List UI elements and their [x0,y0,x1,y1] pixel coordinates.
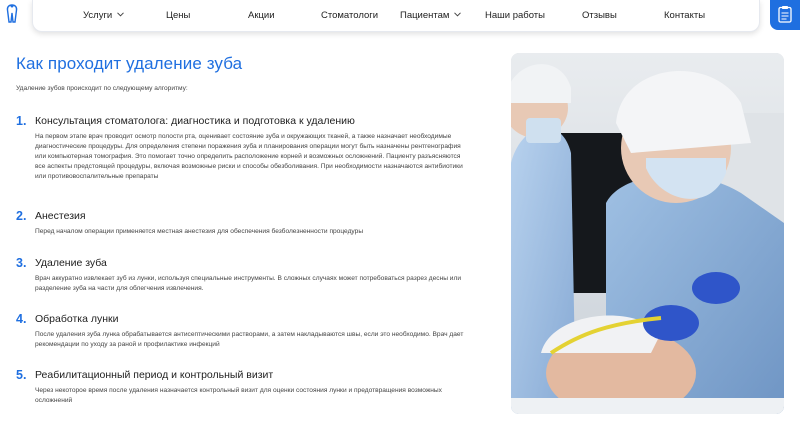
step-number: 1. [16,114,27,128]
chevron-down-icon [117,12,125,17]
tooth-logo-icon [6,4,18,23]
page-title: Как проходит удаление зуба [16,54,243,73]
clipboard-button[interactable] [770,0,800,30]
chevron-down-icon [454,12,462,17]
nav-item-our-works[interactable]: Наши работы [485,10,545,21]
step-body: Врач аккуратно извлекает зуб из лунки, и… [35,275,461,293]
step-body: Перед началом операции применяется местн… [35,228,364,235]
step-heading: Анестезия [35,210,86,222]
main-nav: Услуги Цены Акции Стоматологи Пациентам … [32,0,760,32]
nav-item-services[interactable]: Услуги [83,10,125,21]
step-body: На первом этапе врач проводит осмотр пол… [35,133,463,181]
logo[interactable] [0,0,24,28]
tooth-extraction-photo [511,53,784,414]
step-number: 3. [16,256,27,270]
nav-item-reviews[interactable]: Отзывы [582,10,617,21]
nav-item-dentists[interactable]: Стоматологи [321,10,378,21]
nav-item-patients[interactable]: Пациентам [400,10,462,21]
step-number: 5. [16,368,27,382]
nav-label: Пациентам [400,10,450,21]
nav-item-contacts[interactable]: Контакты [664,10,705,21]
nav-item-promotions[interactable]: Акции [248,10,275,21]
nav-label: Услуги [83,10,113,21]
nav-item-prices[interactable]: Цены [166,10,190,21]
step-body: Через некоторое время после удаления наз… [35,387,442,405]
step-heading: Удаление зуба [35,257,107,269]
clipboard-icon [778,6,792,23]
step-heading: Обработка лунки [35,313,119,325]
step-heading: Реабилитационный период и контрольный ви… [35,369,274,381]
step-heading: Консультация стоматолога: диагностика и … [35,115,355,127]
step-number: 4. [16,312,27,326]
step-body: После удаления зуба лунка обрабатывается… [35,331,464,349]
step-number: 2. [16,209,27,223]
intro-text: Удаление зубов происходит по следующему … [16,85,188,92]
